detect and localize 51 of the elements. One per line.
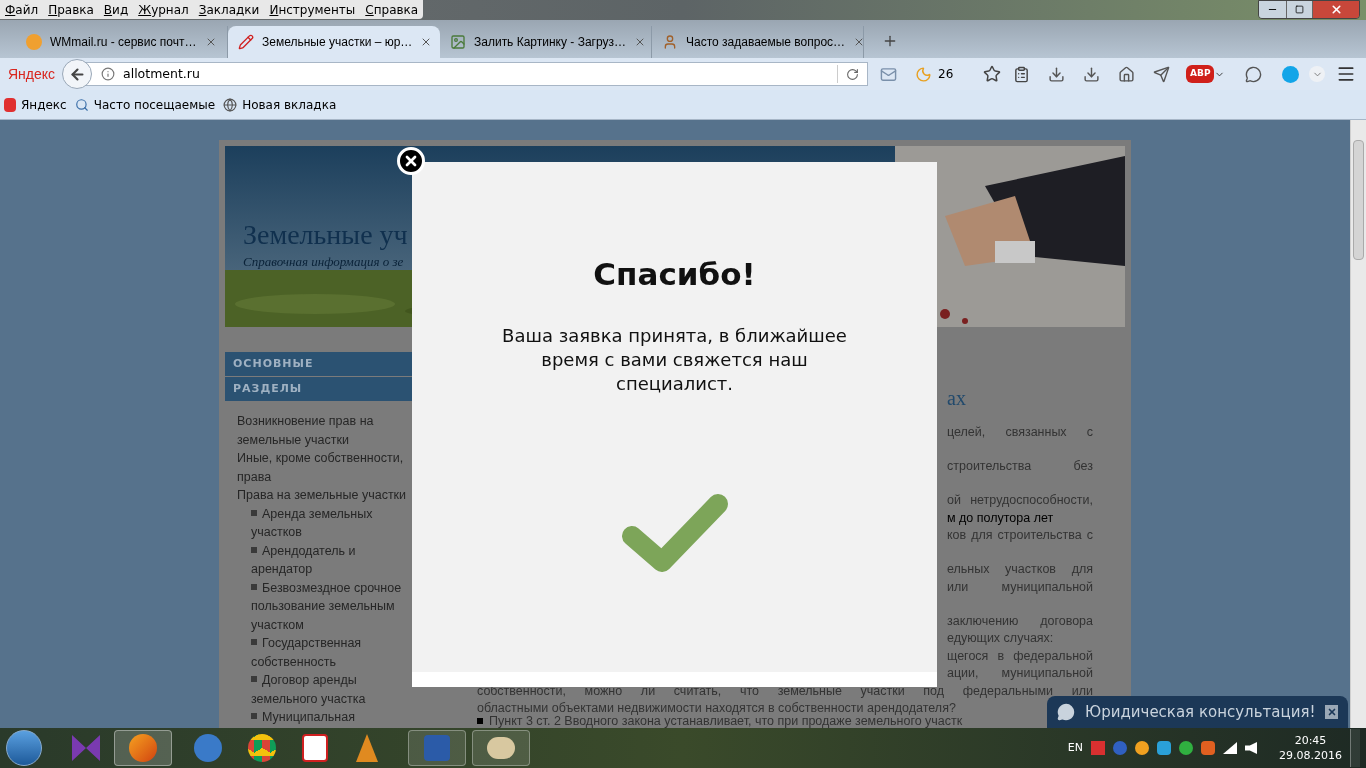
dialog-message: Ваша заявка принята, в ближайшее время с вами свяжется наш специалист. [501, 324, 848, 396]
address-field[interactable]: allotment.ru [86, 62, 868, 86]
article-text: ации, муниципальной [947, 665, 1093, 682]
clock-time[interactable]: 20:45 [1294, 733, 1327, 748]
clock-date[interactable]: 29.08.2016 [1279, 748, 1342, 763]
sidebar-link[interactable]: Аренда земельных участков [251, 504, 409, 542]
article-text: строительства без [947, 458, 1093, 475]
chat-label: Юридическая консультация! [1084, 701, 1316, 723]
article-text: или муниципальной [947, 578, 1093, 596]
bookmark-item[interactable]: Часто посещаемые [74, 95, 218, 114]
sidebar-link[interactable]: Безвозмездное срочное пользование земельным участком [251, 578, 409, 634]
chat-widget[interactable]: Юридическая консультация! [1047, 696, 1348, 728]
adblock-icon[interactable]: ABP [1186, 65, 1215, 83]
sidebar-link[interactable]: Государственная собственность [251, 634, 409, 671]
bookmark-item[interactable]: Новая вкладка [223, 95, 339, 114]
menu-item[interactable]: Закладки [198, 0, 260, 19]
tab-title: WMmail.ru - сервис почт… [50, 34, 197, 51]
url-text: allotment.ru [123, 64, 201, 83]
sidebar-link[interactable]: Муниципальная [251, 708, 409, 727]
article-text: ельных участков для [947, 561, 1093, 578]
menu-item[interactable]: Вид [103, 0, 129, 19]
tab-title: Земельные участки – юр… [262, 34, 413, 51]
article-text: едующих случаях: [947, 630, 1055, 647]
article-text: щегося в федеральной [947, 647, 1093, 665]
sidebar-link[interactable]: Права на земельные участки [237, 486, 409, 505]
article-text: ой нетрудоспособности, [947, 492, 1093, 509]
sidebar-link[interactable]: Иные, кроме собственности, права [237, 449, 409, 486]
browser-tab[interactable]: Земельные участки – юр… [228, 26, 440, 58]
sidebar-link[interactable]: Арендодатель и арендатор [251, 541, 409, 579]
article-link[interactable]: м до полутора лет [947, 509, 1093, 527]
dialog-title: Спасибо! [593, 255, 756, 294]
article-text: Пункт 3 ст. 2 Вводного закона устанавливает, что при продаже земельного участк [489, 715, 963, 727]
menu-item[interactable]: Журнал [138, 0, 189, 19]
article-text: ков для строительства с [947, 527, 1093, 544]
language-indicator[interactable]: EN [1067, 739, 1083, 757]
menu-item[interactable]: Справка [365, 0, 419, 19]
site-subtitle: Справочная информация о зе [243, 253, 404, 271]
tab-title: Залить Картинку - Загруз… [474, 34, 626, 51]
article-heading: ах [947, 386, 967, 410]
bookmark-item[interactable]: Яндекс [4, 95, 69, 114]
sidebar-link[interactable]: Возникновение прав на земельные участки [237, 412, 409, 449]
tab-title: Часто задаваемые вопрос… [686, 34, 846, 51]
menu-item[interactable]: Файл [5, 0, 39, 19]
article-text: заключению договора [947, 612, 1093, 630]
yandex-logo[interactable]: Яндекс [8, 63, 62, 85]
article-text: целей, связанных с [947, 424, 1093, 441]
weather-reading: 26 [938, 66, 954, 83]
article-text: областными объектами недвижимости находятся в собственности арендодателя? [477, 700, 956, 716]
sidebar-link[interactable]: Договор аренды земельного участка [251, 671, 409, 708]
menu-item[interactable]: Инструменты [269, 0, 356, 19]
menu-item[interactable]: Правка [48, 0, 94, 19]
